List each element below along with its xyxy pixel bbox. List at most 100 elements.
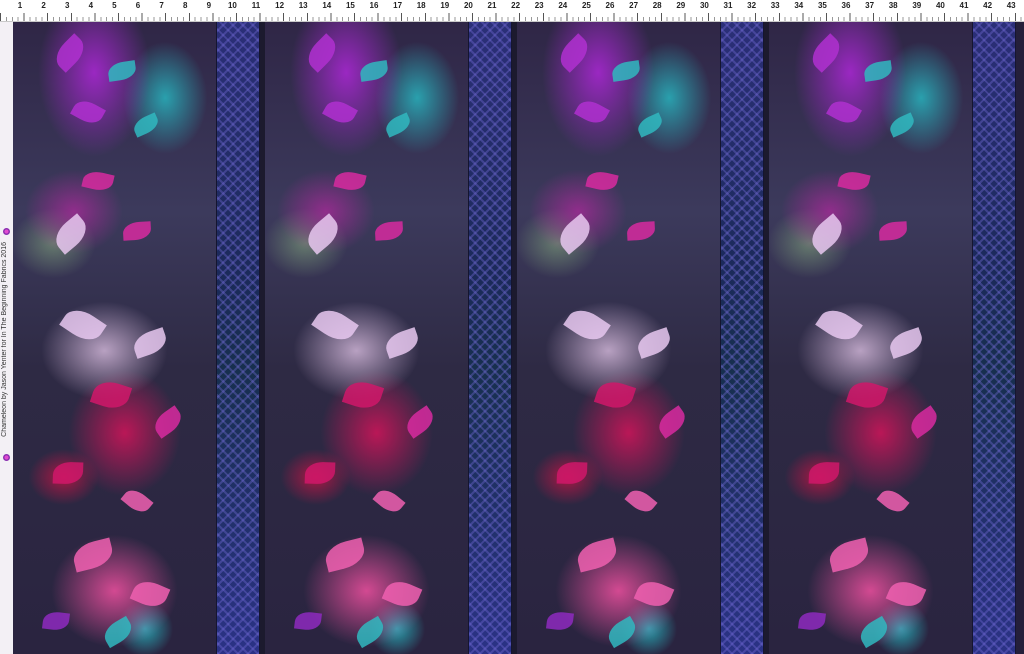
leaf-motif (381, 576, 423, 612)
ruler-mark: 23 (534, 1, 544, 10)
leaf-motif (311, 303, 359, 347)
ruler-mark: 33 (770, 1, 780, 10)
ruler-mark: 37 (865, 1, 875, 10)
leaf-motif (885, 576, 927, 612)
ruler-mark: 40 (935, 1, 945, 10)
leaf-motif (878, 221, 908, 241)
leaf-motif (89, 377, 133, 413)
leaf-motif (563, 303, 611, 347)
leaf-motif (100, 615, 136, 649)
ruler-mark: 39 (912, 1, 922, 10)
ruler-mark: 18 (416, 1, 426, 10)
leaf-motif (130, 112, 162, 138)
leaf-motif (374, 221, 404, 241)
leaf-motif (593, 377, 637, 413)
selvage-text: Chameleon by Jason Yenter for In The Beg… (1, 242, 8, 437)
ruler-mark: 4 (88, 1, 94, 10)
leaf-motif (634, 327, 674, 359)
leaf-motif (886, 327, 926, 359)
leaf-motif (304, 461, 336, 485)
leaf-motif (358, 60, 390, 82)
leaf-motif (556, 461, 588, 485)
leaf-motif (352, 615, 388, 649)
ruler-mark: 8 (182, 1, 188, 10)
ruler-mark: 25 (581, 1, 591, 10)
damask-stripe (216, 22, 260, 654)
fabric-print (13, 22, 1024, 654)
leaf-motif (798, 610, 826, 632)
leaf-motif (294, 610, 322, 632)
ruler-mark: 19 (440, 1, 450, 10)
leaf-motif (106, 60, 138, 82)
ruler-mark: 12 (275, 1, 285, 10)
ruler-mark: 42 (983, 1, 993, 10)
ruler-mark: 32 (747, 1, 757, 10)
ruler-mark: 11 (251, 1, 261, 10)
ruler-mark: 24 (558, 1, 568, 10)
leaf-motif (42, 610, 70, 632)
leaf-motif (546, 610, 574, 632)
floral-field (769, 22, 972, 654)
selvage: Chameleon by Jason Yenter for In The Beg… (0, 22, 14, 654)
leaf-motif (574, 537, 620, 573)
leaf-motif (333, 168, 367, 194)
leaf-motif (805, 213, 849, 255)
leaf-motif (886, 112, 918, 138)
ruler-mark: 41 (959, 1, 969, 10)
leaf-motif (302, 33, 342, 73)
ruler-mark: 2 (41, 1, 46, 10)
leaf-motif (401, 405, 439, 439)
leaf-motif (382, 327, 422, 359)
ruler-mark: 14 (322, 1, 332, 10)
ruler-mark: 9 (206, 1, 212, 10)
ruler-mark: 6 (135, 1, 141, 10)
leaf-motif (372, 485, 406, 517)
ruler-mark: 5 (112, 1, 117, 10)
leaf-motif (806, 33, 846, 73)
ruler-mark: 30 (699, 1, 709, 10)
ruler-mark: 27 (629, 1, 639, 10)
leaf-motif (856, 615, 892, 649)
ruler-mark: 22 (511, 1, 521, 10)
leaf-motif (826, 537, 872, 573)
leaf-motif (59, 303, 107, 347)
flower-logo-icon (3, 454, 10, 461)
leaf-motif (876, 485, 910, 517)
ruler-mark: 35 (817, 1, 827, 10)
damask-stripe (972, 22, 1016, 654)
leaf-motif (624, 485, 658, 517)
leaf-motif (574, 95, 610, 129)
ruler-mark: 7 (159, 1, 164, 10)
leaf-motif (837, 168, 871, 194)
ruler-mark: 1 (17, 1, 23, 10)
border-panel-2 (265, 22, 520, 654)
leaf-motif (554, 33, 594, 73)
ruler-mark: 20 (463, 1, 473, 10)
ruler-mark: 16 (369, 1, 379, 10)
damask-stripe (720, 22, 764, 654)
ruler-mark: 28 (652, 1, 662, 10)
ruler-mark: 15 (345, 1, 355, 10)
ruler-mark: 43 (1006, 1, 1016, 10)
leaf-motif (122, 221, 152, 241)
leaf-motif (585, 168, 619, 194)
leaf-motif (70, 537, 116, 573)
leaf-motif (149, 405, 187, 439)
ruler-mark: 3 (64, 1, 70, 10)
leaf-motif (52, 461, 84, 485)
ruler-mark: 26 (605, 1, 615, 10)
leaf-motif (634, 112, 666, 138)
inch-ruler: 1 2 3 4 5 6 7 8 9 10 11 12 13 14 15 16 17 18 19 20 21 22 23 24 2… (0, 0, 1024, 22)
leaf-motif (382, 112, 414, 138)
leaf-motif (341, 377, 385, 413)
floral-field (13, 22, 216, 654)
ruler-mark: 13 (298, 1, 308, 10)
leaf-motif (905, 405, 943, 439)
ruler-mark: 17 (393, 1, 403, 10)
leaf-motif (610, 60, 642, 82)
leaf-motif (653, 405, 691, 439)
floral-field (265, 22, 468, 654)
ruler-mark: 34 (794, 1, 804, 10)
leaf-motif (626, 221, 656, 241)
leaf-motif (120, 485, 154, 517)
